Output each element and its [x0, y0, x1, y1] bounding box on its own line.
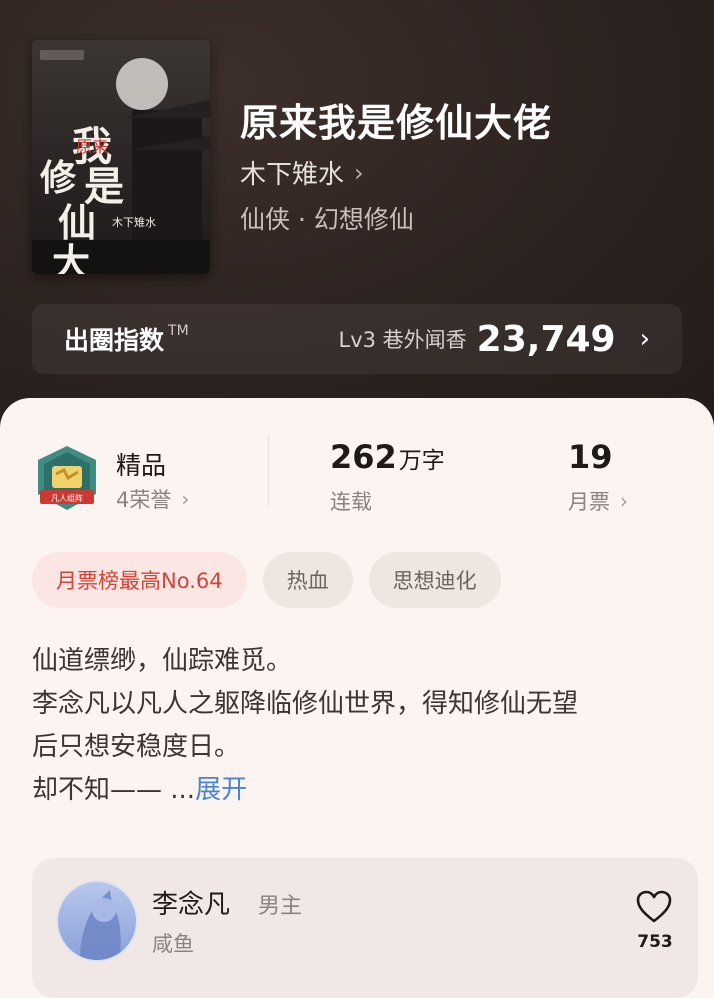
tag-list: 月票榜最高No.64 热血 思想迪化 [32, 552, 501, 608]
character-name: 李念凡 [152, 890, 231, 920]
honors-link[interactable]: 4荣誉 › [116, 484, 189, 514]
description-line: 后只想安稳度日。 [32, 732, 241, 762]
svg-text:原来: 原来 [76, 137, 108, 156]
word-count-unit: 万字 [398, 448, 445, 474]
book-title: 原来我是修仙大佬 [240, 100, 553, 145]
chevron-right-icon: › [639, 324, 650, 354]
stat-divider [268, 436, 269, 506]
word-count-value: 262 [330, 438, 397, 476]
chevron-right-icon: › [354, 158, 364, 187]
chevron-right-icon: › [620, 489, 628, 513]
author-name[interactable]: 木下雉水 [240, 154, 344, 191]
cover-art: 我 是 修 仙 大 原来 木下雉水 [32, 50, 210, 274]
author-link[interactable]: 木下雉水 › [240, 154, 364, 191]
like-count: 753 [637, 932, 673, 952]
svg-text:仙: 仙 [58, 200, 96, 245]
expand-link[interactable]: 展开 [195, 775, 247, 805]
monthly-votes-label: 月票 [568, 490, 610, 514]
index-score: 23,749 [476, 318, 616, 360]
honors-count: 4荣誉 [116, 488, 172, 512]
monthly-votes-link[interactable]: 月票 › [568, 486, 628, 516]
book-cover[interactable]: 我 是 修 仙 大 原来 木下雉水 [32, 40, 210, 274]
index-level: Lv3 巷外闻香 [338, 328, 467, 352]
svg-text:修: 修 [40, 157, 77, 199]
book-description: 仙道缥缈，仙踪难觅。 李念凡以凡人之躯降临修仙世界，得知修仙无望 后只想安稳度日… [32, 640, 682, 812]
svg-text:大: 大 [52, 240, 90, 274]
character-role: 男主 [258, 894, 303, 919]
description-line: 却不知—— ...展开 [32, 775, 248, 805]
index-label: 出圈指数 TM [64, 323, 189, 355]
heart-icon[interactable] [636, 890, 672, 924]
book-genre: 仙侠 · 幻想修仙 [240, 205, 414, 234]
tag-hot-blood[interactable]: 热血 [262, 552, 353, 608]
description-line: 李念凡以凡人之躯降临修仙世界，得知修仙无望 [32, 689, 579, 719]
monthly-votes-value: 19 [568, 438, 613, 476]
word-count: 262 万字 [330, 438, 445, 476]
tag-rank[interactable]: 月票榜最高No.64 [32, 552, 247, 608]
quality-badge-icon[interactable]: 凡人组阵 [34, 444, 100, 514]
tag-misunderstanding[interactable]: 思想迪化 [368, 552, 501, 608]
character-subtitle: 咸鱼 [152, 932, 194, 956]
svg-text:木下雉水: 木下雉水 [112, 216, 156, 229]
trademark-mark: TM [168, 323, 189, 339]
badge-text: 凡人组阵 [51, 493, 83, 503]
serial-status: 连载 [330, 490, 372, 514]
chevron-right-icon: › [181, 487, 190, 511]
description-line: 仙道缥缈，仙踪难觅。 [32, 646, 293, 676]
index-value-group: Lv3 巷外闻香 23,749 › [339, 319, 651, 360]
character-avatar[interactable] [56, 880, 138, 962]
quality-label: 精品 [116, 451, 167, 480]
popularity-index-card[interactable]: 出圈指数 TM Lv3 巷外闻香 23,749 › [32, 304, 682, 374]
